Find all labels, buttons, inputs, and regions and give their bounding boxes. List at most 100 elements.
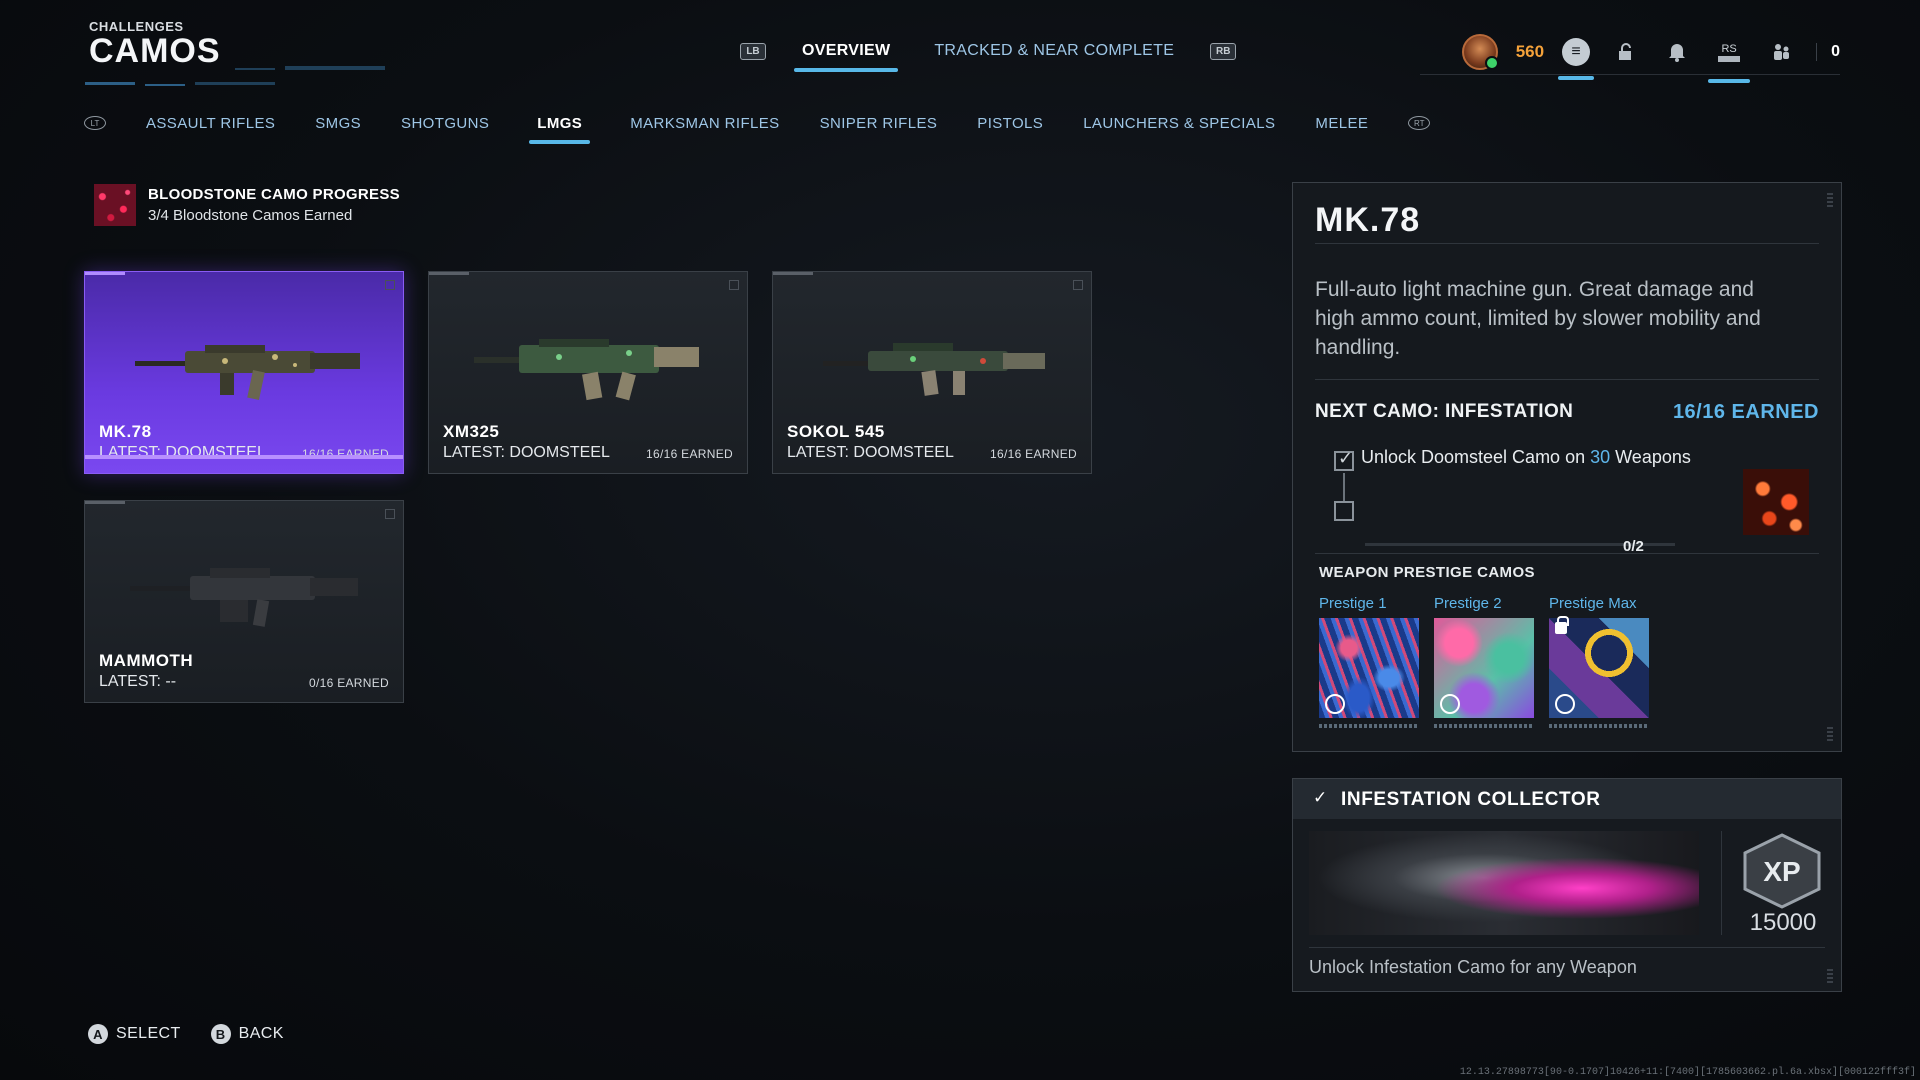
tab-tracked-near-complete[interactable]: TRACKED & NEAR COMPLETE — [926, 36, 1182, 66]
panel-grip-icon — [1827, 727, 1833, 741]
weapon-card-sokol-545[interactable]: SOKOL 545 LATEST: DOOMSTEEL 16/16 EARNED — [772, 271, 1092, 474]
back-label: BACK — [238, 1025, 284, 1042]
next-camo-earned: 16/16 EARNED — [1672, 401, 1819, 423]
card-corner-icon — [385, 280, 395, 290]
tab-melee[interactable]: MELEE — [1315, 111, 1368, 136]
tab-shotguns[interactable]: SHOTGUNS — [401, 111, 489, 136]
weapon-latest-camo: LATEST: DOOMSTEEL — [99, 444, 266, 461]
prestige-progress-bar — [1319, 724, 1419, 728]
tab-assault-rifles[interactable]: ASSAULT RIFLES — [146, 111, 275, 136]
xm325-weapon-image — [474, 339, 699, 401]
back-button[interactable]: B BACK — [210, 1024, 284, 1044]
weapon-name: SOKOL 545 — [787, 422, 885, 441]
prestige-1-swatch — [1319, 618, 1419, 718]
progress-subtitle: 3/4 Bloodstone Camos Earned — [148, 207, 353, 224]
tab-sniper-rifles[interactable]: SNIPER RIFLES — [820, 111, 938, 136]
weapon-description: Full-auto light machine gun. Great damag… — [1315, 278, 1761, 359]
collector-header: ✓ INFESTATION COLLECTOR — [1293, 779, 1841, 819]
player-avatar[interactable] — [1461, 34, 1499, 70]
rb-button-icon[interactable]: RB — [1210, 42, 1237, 60]
footer-controls: A SELECT B BACK — [88, 1024, 284, 1044]
detail-weapon-title: MK.78 — [1315, 201, 1421, 239]
tab-smgs[interactable]: SMGS — [315, 111, 361, 136]
unlock-icon[interactable] — [1608, 35, 1642, 69]
notification-bell-icon[interactable] — [1660, 35, 1694, 69]
prestige-emblem-icon — [1325, 694, 1345, 714]
weapon-earned-count: 0/16 EARNED — [309, 676, 389, 690]
divider — [1315, 553, 1819, 554]
weapon-latest-camo: LATEST: DOOMSTEEL — [787, 444, 954, 461]
prestige-progress-bar — [1549, 724, 1649, 728]
weapon-detail-panel: MK.78 Full-auto light machine gun. Great… — [1292, 182, 1842, 752]
weapon-card-mk78[interactable]: MK.78 LATEST: DOOMSTEEL 16/16 EARNED — [84, 271, 404, 474]
prestige-label: Prestige 1 — [1319, 595, 1387, 612]
collector-description: Unlock Infestation Camo for any Weapon — [1309, 957, 1637, 977]
mk78-weapon-image — [135, 345, 360, 400]
requirement-checkbox-1 — [1334, 448, 1354, 471]
prestige-2-swatch — [1434, 618, 1534, 718]
prestige-2-camo[interactable]: Prestige 2 — [1434, 595, 1534, 728]
weapon-earned-count: 16/16 EARNED — [646, 447, 733, 461]
weapon-earned-count: 16/16 EARNED — [990, 447, 1077, 461]
weapon-category-tabs: LT ASSAULT RIFLES SMGS SHOTGUNS LMGS MAR… — [84, 108, 1431, 144]
rt-button-icon[interactable]: RT — [1408, 116, 1431, 130]
selected-underline — [85, 455, 403, 459]
prestige-max-swatch — [1549, 616, 1649, 718]
sokol-545-weapon-image — [823, 343, 1045, 396]
top-right-bar: 560 ≡ RS 0 — [1461, 28, 1840, 83]
lb-button-icon[interactable]: LB — [740, 42, 766, 60]
b-button-icon: B — [210, 1024, 231, 1044]
weapon-name: XM325 — [443, 422, 500, 441]
weapon-name: MK.78 — [99, 422, 152, 441]
party-count: 0 — [1816, 43, 1840, 61]
tab-lmgs[interactable]: LMGS — [529, 111, 591, 144]
checkbox-connector — [1343, 473, 1345, 501]
card-progress-bar — [85, 272, 125, 275]
build-version-text: 12.13.27898773[90-0.1707]10426+11:[7400]… — [1459, 1067, 1916, 1078]
header-decoration — [85, 66, 385, 86]
card-progress-bar — [429, 272, 469, 275]
infestation-collector-panel: ✓ INFESTATION COLLECTOR XP 15000 Unlock … — [1292, 778, 1842, 992]
prestige-camos-title: WEAPON PRESTIGE CAMOS — [1319, 564, 1535, 581]
prestige-1-camo[interactable]: Prestige 1 — [1319, 595, 1419, 728]
infestation-camo-thumbnail — [1743, 469, 1809, 535]
card-progress-bar — [773, 272, 813, 275]
top-right-divider — [1420, 74, 1840, 75]
prestige-emblem-icon — [1440, 694, 1460, 714]
select-label: SELECT — [116, 1025, 181, 1042]
tab-marksman-rifles[interactable]: MARKSMAN RIFLES — [630, 111, 779, 136]
weapon-card-mammoth[interactable]: MAMMOTH LATEST: -- 0/16 EARNED — [84, 500, 404, 703]
prestige-label: Prestige 2 — [1434, 595, 1502, 612]
cod-points-value: 560 — [1515, 42, 1545, 61]
lt-button-icon[interactable]: LT — [84, 116, 106, 130]
party-icon[interactable] — [1764, 35, 1798, 69]
rs-button-icon[interactable]: RS — [1708, 35, 1751, 83]
lock-icon — [1555, 616, 1569, 634]
requirement-checkbox-2 — [1334, 501, 1354, 521]
select-button[interactable]: A SELECT — [88, 1024, 181, 1044]
panel-grip-icon — [1827, 969, 1833, 983]
xp-badge-label: XP — [1763, 856, 1800, 887]
prestige-max-camo[interactable]: Prestige Max — [1549, 595, 1649, 728]
weapon-latest-camo: LATEST: -- — [99, 673, 177, 690]
prestige-emblem-icon — [1555, 694, 1575, 714]
bloodstone-camo-thumbnail — [94, 184, 136, 226]
prestige-label: Prestige Max — [1549, 595, 1637, 612]
progress-title: BLOODSTONE CAMO PROGRESS — [148, 186, 400, 203]
card-corner-icon — [1073, 280, 1083, 290]
collector-title: INFESTATION COLLECTOR — [1341, 789, 1601, 810]
tab-launchers-specials[interactable]: LAUNCHERS & SPECIALS — [1083, 111, 1275, 136]
check-icon: ✓ — [1313, 788, 1328, 807]
bloodstone-progress: BLOODSTONE CAMO PROGRESS 3/4 Bloodstone … — [94, 184, 400, 226]
card-corner-icon — [385, 509, 395, 519]
panel-grip-icon — [1827, 193, 1833, 207]
weapon-name: MAMMOTH — [99, 651, 194, 670]
infestation-reward-image — [1309, 831, 1699, 935]
xp-badge-icon: XP — [1743, 833, 1821, 909]
weapon-card-xm325[interactable]: XM325 LATEST: DOOMSTEEL 16/16 EARNED — [428, 271, 748, 474]
tab-overview[interactable]: OVERVIEW — [794, 36, 899, 72]
menu-icon[interactable]: ≡ — [1558, 38, 1595, 80]
divider — [1309, 947, 1825, 948]
tab-pistols[interactable]: PISTOLS — [977, 111, 1043, 136]
a-button-icon: A — [88, 1024, 108, 1044]
